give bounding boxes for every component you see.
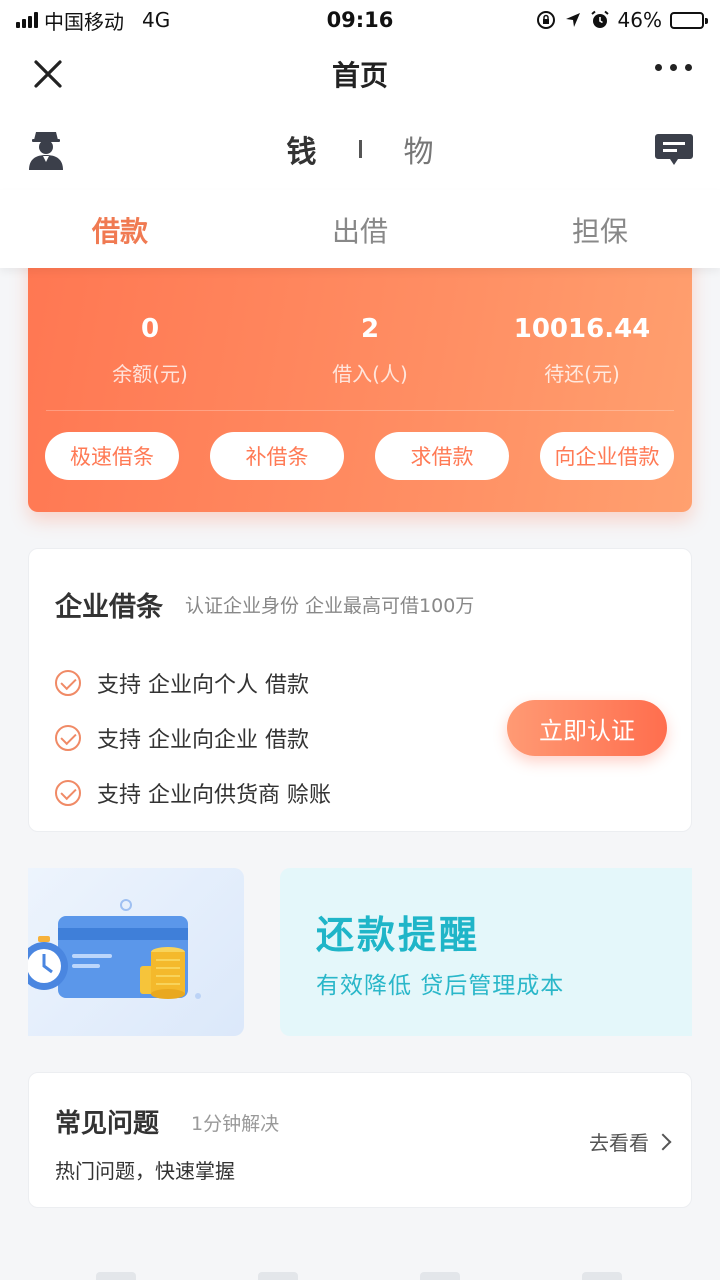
enterprise-iou-card: 企业借条 认证企业身份 企业最高可借100万 支持 企业向个人 借款 支持 企业…: [28, 548, 692, 832]
faq-card[interactable]: 常见问题 1分钟解决 热门问题，快速掌握 去看看: [28, 1072, 692, 1208]
more-icon[interactable]: [655, 64, 692, 71]
status-time: 09:16: [326, 8, 394, 32]
enterprise-subtitle: 认证企业身份 企业最高可借100万: [185, 595, 475, 617]
check-circle-icon: [55, 724, 81, 751]
user-icon[interactable]: [26, 128, 66, 170]
faq-tag: 1分钟解决: [191, 1113, 280, 1135]
next-section-peek: [0, 1272, 720, 1280]
nav-bar: 首页: [0, 40, 720, 108]
status-bar: 中国移动 4G 09:16 46%: [0, 0, 720, 40]
card-divider: [46, 410, 674, 411]
status-right: 46%: [464, 8, 708, 32]
stat-label: 余额(元): [112, 362, 188, 386]
toggle-divider: [358, 140, 362, 158]
stat-value: 2: [360, 314, 380, 344]
faq-link-label: 去看看: [589, 1131, 649, 1155]
tab-bar: 借款 出借 担保: [0, 190, 720, 268]
banner-subtitle: 有效降低 贷后管理成本: [316, 973, 565, 999]
tab-lend-label: 出借: [331, 215, 388, 248]
quick-iou-button[interactable]: 极速借条: [45, 432, 179, 480]
location-icon: [565, 13, 580, 27]
page-title: 首页: [331, 59, 388, 92]
feature-text: 支持 企业向供货商 赊账: [97, 782, 331, 808]
battery-icon: [670, 11, 708, 29]
faq-subtitle: 热门问题，快速掌握: [55, 1159, 235, 1183]
borrow-from-company-button[interactable]: 向企业借款: [540, 432, 674, 480]
tab-guarantee[interactable]: 担保: [480, 190, 720, 268]
feature-item: 支持 企业向供货商 赊账: [55, 765, 331, 820]
account-summary-card: 0 余额(元) 2 借入(人) 10016.44 待还(元) 极速借条 补借条 …: [28, 240, 692, 512]
check-circle-icon: [55, 779, 81, 806]
network-type: 4G: [142, 8, 171, 32]
stat-label: 待还(元): [544, 362, 620, 386]
rotation-lock-icon: [536, 11, 555, 29]
check-circle-icon: [55, 669, 81, 696]
repayment-reminder-banner[interactable]: 还款提醒 有效降低 贷后管理成本: [280, 868, 692, 1036]
supplement-iou-button[interactable]: 补借条: [210, 432, 344, 480]
stat-value: 0: [140, 314, 160, 344]
tab-lend[interactable]: 出借: [240, 190, 480, 268]
feature-text: 支持 企业向企业 借款: [97, 727, 309, 753]
close-icon[interactable]: [28, 54, 68, 94]
enterprise-features: 支持 企业向个人 借款 支持 企业向企业 借款 支持 企业向供货商 赊账: [55, 655, 331, 820]
money-goods-toggle: 钱 物: [287, 127, 434, 171]
enterprise-title: 企业借条: [55, 592, 163, 623]
battery-percent: 46%: [617, 8, 662, 32]
faq-view-link[interactable]: 去看看: [589, 1127, 672, 1156]
tab-borrow-label: 借款: [91, 215, 148, 248]
toggle-goods[interactable]: 物: [404, 127, 434, 171]
tab-guarantee-label: 担保: [571, 215, 628, 248]
banner-card-illustration[interactable]: [28, 868, 244, 1036]
tab-borrow[interactable]: 借款: [0, 190, 240, 268]
certify-now-button[interactable]: 立即认证: [507, 700, 667, 756]
quick-actions: 极速借条 补借条 求借款 向企业借款: [45, 432, 674, 480]
stat-borrowed: 2 借入(人): [260, 314, 480, 387]
signal-icon: [16, 12, 38, 28]
alarm-icon: [590, 10, 609, 28]
feature-item: 支持 企业向企业 借款: [55, 710, 331, 765]
stat-to-repay: 10016.44 待还(元): [472, 314, 692, 387]
toggle-money[interactable]: 钱: [287, 127, 317, 171]
faq-title: 常见问题: [55, 1109, 160, 1139]
message-icon[interactable]: [654, 132, 694, 168]
status-left: 中国移动 4G: [16, 6, 256, 35]
feature-text: 支持 企业向个人 借款: [97, 672, 309, 698]
summary-stats: 0 余额(元) 2 借入(人) 10016.44 待还(元): [28, 314, 692, 387]
feature-item: 支持 企业向个人 借款: [55, 655, 331, 710]
request-loan-button[interactable]: 求借款: [375, 432, 509, 480]
chevron-right-icon: [654, 1133, 672, 1150]
carrier-name: 中国移动: [44, 9, 124, 34]
category-switch: 钱 物: [0, 108, 720, 190]
card-coins-illustration: [28, 899, 201, 999]
stat-label: 借入(人): [332, 362, 408, 386]
stat-value: 10016.44: [513, 314, 651, 344]
stat-balance: 0 余额(元): [40, 314, 260, 387]
banner-title: 还款提醒: [316, 913, 481, 957]
